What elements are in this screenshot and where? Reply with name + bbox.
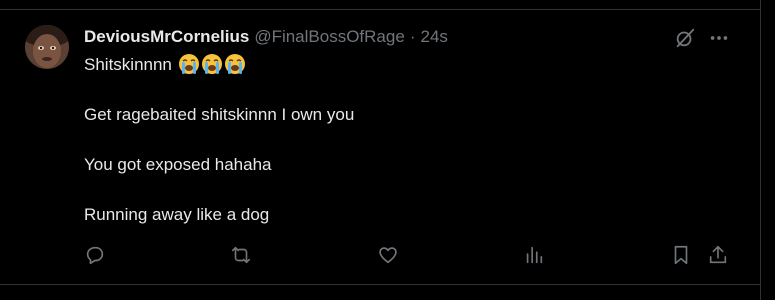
header-separator: · — [409, 27, 416, 46]
bookmark-icon — [670, 244, 692, 266]
loudly-crying-face-icon — [224, 53, 246, 75]
tweet-line-1: Shitskinnnn — [84, 53, 246, 77]
avatar[interactable] — [25, 25, 69, 69]
user-handle[interactable]: @FinalBossOfRage — [254, 27, 405, 47]
column-border — [760, 0, 761, 300]
more-icon — [708, 27, 730, 49]
tweet-line-3: You got exposed hahaha — [84, 155, 272, 174]
bottom-divider — [0, 284, 760, 285]
views-button[interactable] — [522, 243, 546, 267]
share-icon — [707, 244, 729, 266]
tweet-actions — [0, 243, 760, 267]
display-name[interactable]: DeviousMrCornelius — [84, 27, 249, 47]
timestamp[interactable]: 24s — [420, 27, 447, 47]
loudly-crying-face-icon — [201, 53, 223, 75]
grok-icon — [674, 27, 696, 49]
grok-button[interactable] — [673, 26, 697, 50]
loudly-crying-face-icon — [178, 53, 200, 75]
share-button[interactable] — [706, 243, 730, 267]
retweet-icon — [230, 244, 252, 266]
tweet-line-4: Running away like a dog — [84, 205, 270, 224]
like-icon — [377, 244, 399, 266]
tweet[interactable]: DeviousMrCornelius @FinalBossOfRage · 24… — [0, 10, 760, 284]
like-button[interactable] — [376, 243, 400, 267]
reply-button[interactable] — [83, 243, 107, 267]
timeline-frame: DeviousMrCornelius @FinalBossOfRage · 24… — [0, 0, 775, 300]
tweet-header: DeviousMrCornelius @FinalBossOfRage · 24… — [84, 26, 448, 48]
retweet-button[interactable] — [229, 243, 253, 267]
tweet-line-2: Get ragebaited shitskinnn I own you — [84, 105, 355, 124]
bookmark-button[interactable] — [669, 243, 693, 267]
reply-icon — [84, 244, 106, 266]
views-icon — [523, 244, 545, 266]
more-button[interactable] — [707, 26, 731, 50]
